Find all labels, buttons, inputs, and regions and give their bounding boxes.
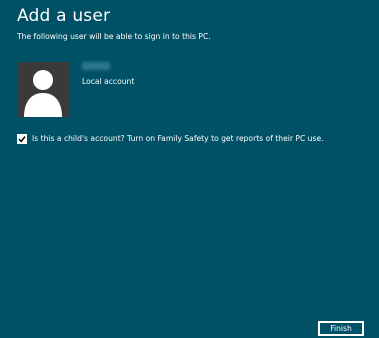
child-account-label[interactable]: Is this a child's account? Turn on Famil… — [32, 133, 324, 144]
user-name-redacted — [82, 62, 110, 70]
checkmark-icon — [18, 136, 26, 143]
child-account-checkbox[interactable] — [17, 134, 27, 144]
avatar — [17, 62, 69, 117]
account-type-label: Local account — [82, 77, 135, 86]
page-subtitle: The following user will be able to sign … — [17, 32, 211, 41]
user-silhouette-icon — [24, 70, 62, 117]
page-title: Add a user — [17, 6, 111, 26]
finish-button[interactable]: Finish — [318, 321, 364, 336]
